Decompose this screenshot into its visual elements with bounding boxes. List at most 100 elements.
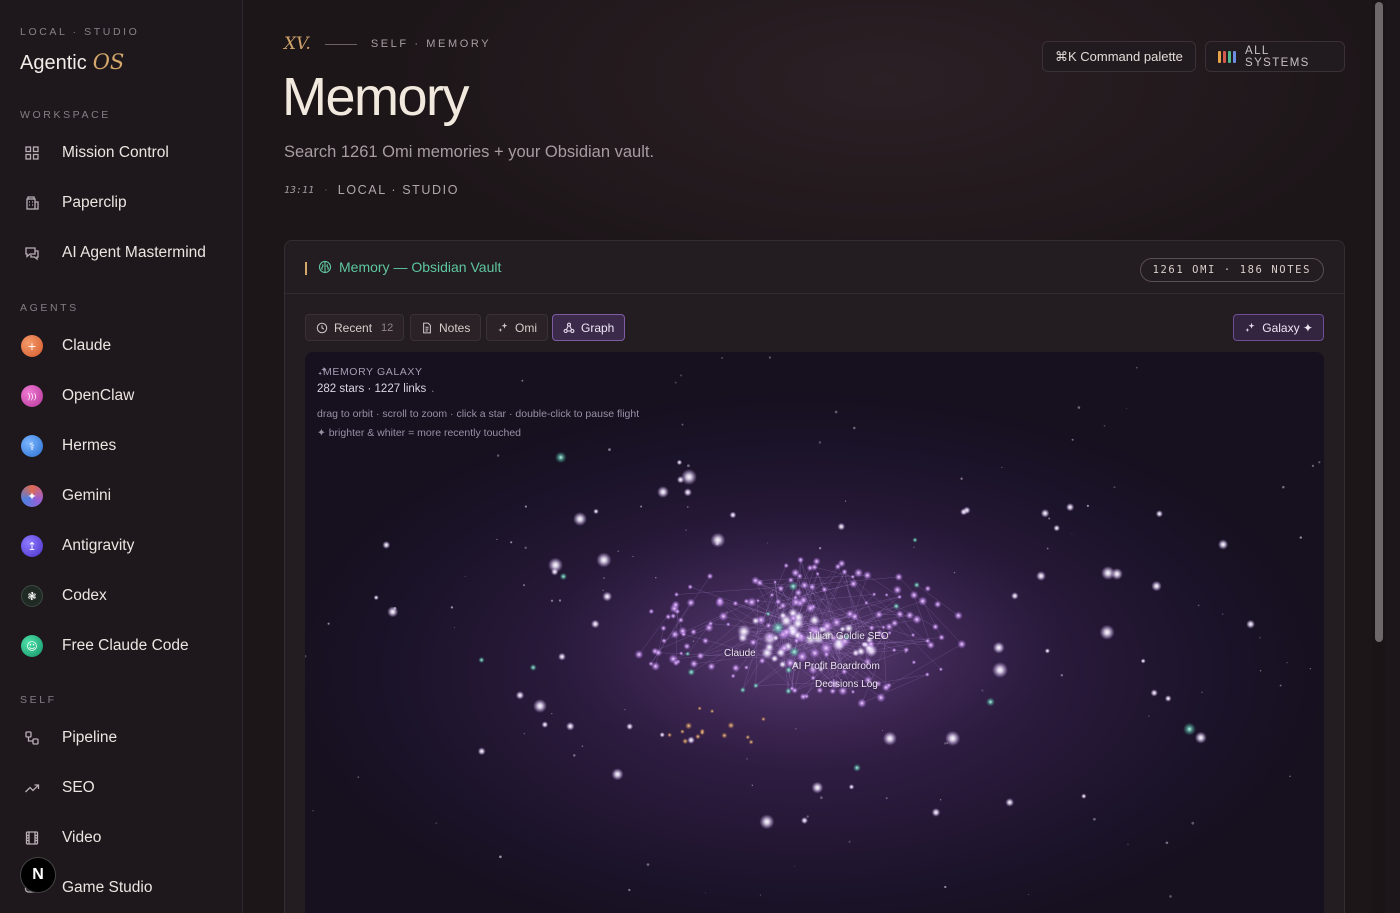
tab-recent[interactable]: Recent 12 <box>305 314 405 341</box>
background-dust <box>687 464 690 468</box>
background-dust <box>768 356 772 359</box>
memory-star <box>960 508 968 516</box>
background-dust <box>1191 821 1195 825</box>
memory-star <box>1164 695 1172 702</box>
sidebar-item-hermes[interactable]: ⚕ Hermes <box>20 428 230 464</box>
memory-star <box>799 692 807 701</box>
memory-star <box>853 763 861 772</box>
scrollbar-thumb[interactable] <box>1375 2 1383 642</box>
memory-star <box>1065 503 1075 512</box>
galaxy-toggle-button[interactable]: Galaxy ✦ <box>1233 314 1324 341</box>
background-dust <box>524 546 527 549</box>
breadcrumb: SELF · MEMORY <box>370 38 492 50</box>
background-dust <box>1169 895 1172 898</box>
sidebar-item-ai-agent-mastermind[interactable]: AI Agent Mastermind <box>20 235 230 271</box>
galaxy-help-legend: ✦ brighter & whiter = more recently touc… <box>317 427 522 439</box>
memory-star <box>931 808 941 817</box>
sidebar-item-codex[interactable]: ❃ Codex <box>20 578 230 614</box>
sidebar-item-video[interactable]: Video <box>20 820 230 856</box>
star-label[interactable]: AI Profit Boardroom <box>792 661 880 672</box>
tab-notes[interactable]: Notes <box>410 314 482 341</box>
memory-star <box>798 633 805 640</box>
tab-label: Graph <box>581 320 615 335</box>
background-dust <box>953 571 956 574</box>
memory-star <box>611 768 624 781</box>
background-dust <box>1125 407 1127 410</box>
memory-star <box>911 660 917 665</box>
background-dust <box>885 797 888 800</box>
sidebar-item-pipeline[interactable]: Pipeline <box>20 720 230 756</box>
memory-star <box>590 619 600 629</box>
background-dust <box>848 840 851 843</box>
star-label[interactable]: Decisions Log <box>815 679 878 690</box>
memory-star <box>559 572 568 581</box>
star-label[interactable]: Julian Goldie SEO <box>807 631 889 642</box>
memory-star <box>673 591 680 598</box>
background-dust <box>327 622 330 625</box>
command-palette-button[interactable]: ⌘K Command palette <box>1042 41 1196 72</box>
background-dust <box>1282 485 1285 489</box>
background-dust <box>794 727 797 730</box>
background-dust <box>794 865 796 867</box>
sidebar-item-claude[interactable]: + Claude <box>20 328 230 364</box>
memory-star <box>573 512 587 526</box>
memory-star <box>841 568 848 575</box>
openclaw-icon: ))) <box>21 385 43 407</box>
memory-star <box>682 738 689 745</box>
brand-logo[interactable]: Agentic OS <box>20 50 124 75</box>
memory-star <box>677 617 684 624</box>
memory-star <box>789 627 797 636</box>
memory-star <box>793 637 800 644</box>
memory-star <box>533 699 547 713</box>
memory-star <box>654 648 663 657</box>
n-badge[interactable]: N <box>20 857 56 893</box>
memory-star <box>791 597 801 608</box>
sidebar-item-paperclip[interactable]: Paperclip <box>20 185 230 221</box>
pipeline-icon <box>20 726 44 750</box>
brand-name: Agentic <box>20 52 87 74</box>
memory-galaxy-canvas[interactable]: MEMORY GALAXY 282 stars · 1227 links dra… <box>305 352 1324 913</box>
background-dust <box>602 589 604 592</box>
background-dust <box>685 529 687 531</box>
section-numeral: XV. <box>284 34 311 54</box>
memory-star <box>805 603 816 613</box>
background-dust <box>464 575 466 578</box>
background-dust <box>844 500 847 502</box>
memory-star <box>752 682 759 689</box>
star-label[interactable]: Claude <box>724 648 756 659</box>
sidebar-item-seo[interactable]: SEO <box>20 770 230 806</box>
memory-star <box>1217 539 1229 550</box>
memory-star <box>1194 731 1207 744</box>
memory-star <box>765 622 772 629</box>
sidebar-item-antigravity[interactable]: ↥ Antigravity <box>20 528 230 564</box>
sparkle-icon <box>1244 322 1256 334</box>
memory-star <box>926 640 935 650</box>
background-dust <box>820 796 823 800</box>
memory-star <box>862 570 872 580</box>
memory-star <box>709 709 715 714</box>
memory-star <box>687 584 693 590</box>
document-icon <box>421 322 433 334</box>
background-dust <box>721 357 723 359</box>
trend-icon <box>20 776 44 800</box>
memory-star <box>648 661 654 667</box>
tab-graph[interactable]: Graph <box>552 314 626 341</box>
background-dust <box>939 799 942 801</box>
memory-star <box>837 559 846 568</box>
sidebar-item-free-claude-code[interactable]: ☺ Free Claude Code <box>20 628 230 664</box>
sidebar-item-mission-control[interactable]: Mission Control <box>20 135 230 171</box>
memory-star <box>912 537 918 543</box>
sidebar-item-openclaw[interactable]: ))) OpenClaw <box>20 378 230 414</box>
memory-count-badge: 1261 OMI · 186 NOTES <box>1139 258 1324 282</box>
all-systems-button[interactable]: ALL SYSTEMS <box>1205 41 1345 72</box>
memory-star <box>696 651 705 660</box>
memory-star <box>670 629 680 639</box>
memory-star <box>668 654 679 664</box>
memory-star <box>773 580 778 584</box>
page-scrollbar[interactable] <box>1372 0 1386 913</box>
sidebar-item-label: Codex <box>62 587 107 604</box>
tab-omi[interactable]: Omi <box>486 314 548 341</box>
memory-star <box>745 734 751 740</box>
memory-star <box>596 552 612 568</box>
sidebar-item-gemini[interactable]: ✦ Gemini <box>20 478 230 514</box>
